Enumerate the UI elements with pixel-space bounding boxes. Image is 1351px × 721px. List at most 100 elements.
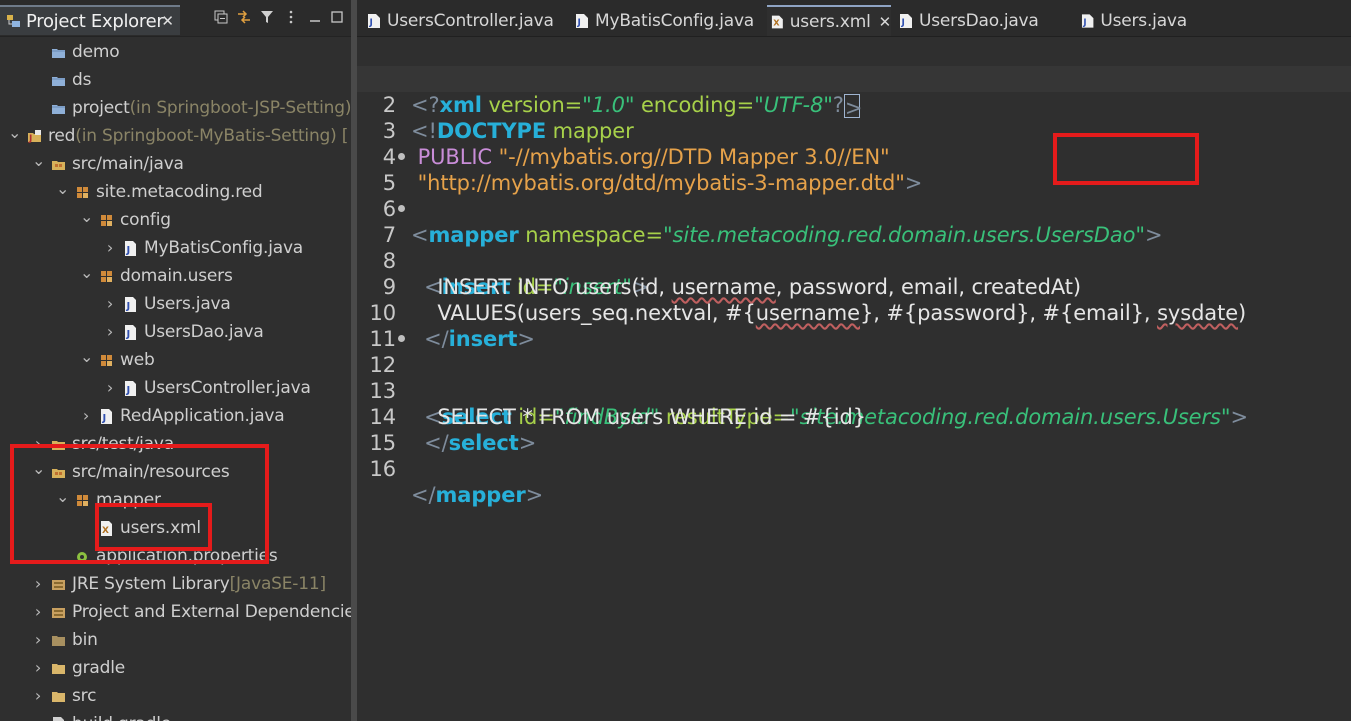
chevron-down-icon[interactable]: ⌄ — [80, 209, 93, 226]
tree-item-label: web — [120, 350, 155, 370]
xml-editor[interactable]: 1 <?xml version="1.0" encoding="UTF-8"?>… — [357, 37, 1351, 721]
minimize-icon[interactable] — [306, 8, 324, 26]
explorer-header: Project Explorer ✕ — [0, 0, 351, 37]
svg-text:J: J — [126, 329, 131, 340]
tree-item[interactable]: demo — [0, 38, 351, 66]
close-icon[interactable]: ✕ — [879, 13, 892, 31]
chevron-down-icon[interactable]: ⌄ — [56, 489, 69, 506]
chevron-down-icon[interactable]: ⌄ — [56, 181, 69, 198]
library-icon — [52, 607, 65, 618]
code-line[interactable]: 8 INSERT INTO users(id, username, passwo… — [357, 222, 1351, 299]
tree-item[interactable]: › J Users.java — [0, 290, 351, 318]
chevron-right-icon[interactable]: › — [104, 296, 116, 312]
code-line[interactable]: 13 SELECT * FROM users WHERE id = #{id} — [357, 352, 1351, 429]
tree-item[interactable]: › gradle — [0, 654, 351, 682]
tree-item[interactable]: build.gradle — [0, 710, 351, 721]
tab-project-explorer[interactable]: Project Explorer ✕ — [0, 5, 180, 35]
fold-marker-icon[interactable] — [398, 335, 405, 342]
tree-item[interactable]: project (in Springboot-JSP-Setting) — [0, 94, 351, 122]
editor-tab[interactable]: J MyBatisConfig.java — [571, 5, 761, 36]
tree-item[interactable]: ⌄ site.metacoding.red — [0, 178, 351, 206]
tree-item[interactable]: ⌄ config — [0, 206, 351, 234]
code-line[interactable]: 14 </select> — [357, 378, 1351, 455]
chevron-down-icon[interactable]: ⌄ — [32, 461, 45, 478]
chevron-right-icon[interactable]: › — [104, 324, 116, 340]
chevron-right-icon[interactable]: › — [80, 408, 92, 424]
chevron-right-icon[interactable]: › — [32, 576, 44, 592]
java-file-icon: J — [576, 13, 588, 28]
source-folder-icon — [52, 160, 65, 170]
tree-item[interactable]: › J UsersController.java — [0, 374, 351, 402]
tree-item-label: build.gradle — [72, 714, 171, 721]
tree-item-label: MyBatisConfig.java — [144, 238, 304, 258]
code-line[interactable]: 7 <insert id="insert"> — [357, 196, 1351, 299]
tree-item[interactable]: ⌄ src/main/resources — [0, 458, 351, 486]
fold-marker-icon[interactable] — [398, 153, 405, 160]
chevron-down-icon[interactable]: ⌄ — [8, 125, 21, 142]
tree-item[interactable]: ⌄ web — [0, 346, 351, 374]
chevron-down-icon[interactable]: ⌄ — [80, 265, 93, 282]
tree-item[interactable]: › src — [0, 682, 351, 710]
tree-item[interactable]: › bin — [0, 626, 351, 654]
chevron-right-icon[interactable]: › — [104, 240, 116, 256]
code-line[interactable]: 15 — [357, 404, 1351, 455]
tree-item[interactable]: › Project and External Dependencies — [0, 598, 351, 626]
tree-item[interactable]: ⌄ mapper — [0, 486, 351, 514]
java-file-icon: J — [125, 380, 136, 396]
code-line[interactable]: 2 <!DOCTYPE mapper — [357, 66, 1351, 143]
tree-item[interactable]: › J RedApplication.java — [0, 402, 351, 430]
chevron-right-icon[interactable]: › — [32, 436, 44, 452]
chevron-right-icon[interactable]: › — [32, 632, 44, 648]
chevron-right-icon[interactable]: › — [32, 660, 44, 676]
tree-item-label: src/test/java — [72, 434, 174, 454]
editor-tab[interactable]: J Users.java — [1077, 5, 1187, 36]
svg-text:X: X — [102, 526, 109, 536]
code-line[interactable]: 5 <mapper namespace="site.metacoding.red… — [357, 144, 1351, 247]
code-line[interactable]: 11 — [357, 300, 1351, 351]
code-line[interactable]: 10 </insert> — [357, 274, 1351, 351]
project-explorer-icon — [7, 15, 20, 27]
svg-text:J: J — [369, 18, 373, 28]
chevron-right-icon[interactable]: › — [104, 380, 116, 396]
tree-item[interactable]: ds — [0, 66, 351, 94]
code-line[interactable]: 6 — [357, 170, 1351, 221]
editor-tab[interactable]: J UsersDao.java — [895, 5, 1071, 36]
chevron-down-icon[interactable]: ⌄ — [32, 153, 45, 170]
tree-item[interactable]: › src/test/java — [0, 430, 351, 458]
close-icon[interactable]: ✕ — [161, 12, 174, 30]
collapse-all-icon[interactable] — [212, 8, 230, 26]
code-line[interactable]: 12 <select id="findById" resultType="sit… — [357, 326, 1351, 429]
tree-item[interactable]: › JRE System Library [JavaSE-11] — [0, 570, 351, 598]
chevron-right-icon[interactable]: › — [32, 604, 44, 620]
folder-icon — [52, 663, 65, 674]
editor-tab-bar: J UsersController.java J MyBatisConfig.java… — [357, 0, 1351, 37]
tree-item[interactable]: application.properties — [0, 542, 351, 570]
code-line[interactable]: 1 <?xml version="1.0" encoding="UTF-8"?> — [357, 40, 1351, 120]
tree-item[interactable]: › J UsersDao.java — [0, 318, 351, 346]
tree-item[interactable]: ⌄ Jred (in Springboot-MyBatis-Setting) [ — [0, 122, 351, 150]
fold-marker-icon[interactable] — [398, 205, 405, 212]
code-line[interactable]: 9 VALUES(users_seq.nextval, #{username},… — [357, 248, 1351, 325]
filter-icon[interactable] — [258, 8, 276, 26]
code-line[interactable]: 3 PUBLIC "-//mybatis.org//DTD Mapper 3.0… — [357, 92, 1351, 169]
chevron-right-icon[interactable]: › — [32, 688, 44, 704]
chevron-down-icon[interactable]: ⌄ — [80, 349, 93, 366]
tree-item[interactable]: Xusers.xml — [0, 514, 351, 542]
editor-tab[interactable]: J UsersController.java — [363, 5, 563, 36]
link-with-editor-icon[interactable] — [235, 8, 253, 26]
code-line[interactable]: 16 </mapper> — [357, 430, 1351, 507]
editor-tab[interactable]: Xusers.xml ✕ — [767, 5, 891, 36]
xml-file-icon: X — [771, 15, 783, 28]
tree-item[interactable]: ⌄ src/main/java — [0, 150, 351, 178]
tree-item[interactable]: ⌄ domain.users — [0, 262, 351, 290]
view-menu-icon[interactable] — [282, 8, 300, 26]
java-file-icon: J — [125, 296, 136, 312]
tree-item-label: mapper — [96, 490, 161, 510]
code-line[interactable]: 4 "http://mybatis.org/dtd/mybatis-3-mapp… — [357, 118, 1351, 195]
editor-tab-label: UsersDao.java — [919, 10, 1039, 31]
tree-item[interactable]: › J MyBatisConfig.java — [0, 234, 351, 262]
maximize-icon[interactable] — [328, 8, 346, 26]
